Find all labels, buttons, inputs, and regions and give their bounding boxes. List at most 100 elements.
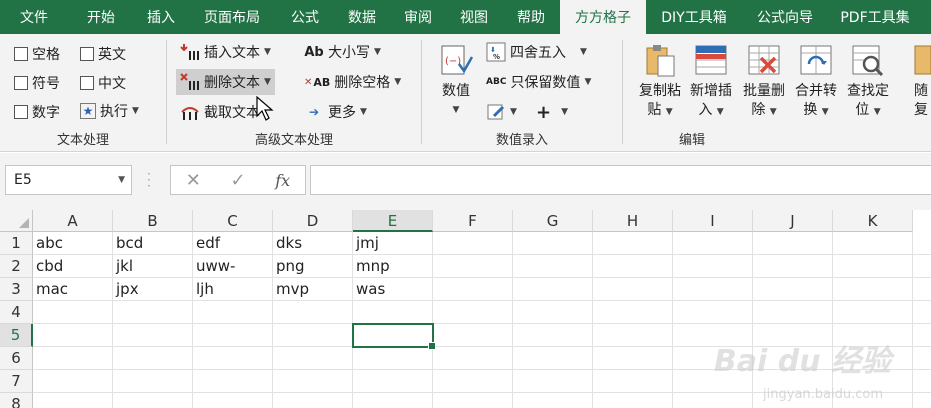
cell-a2[interactable]: cbd <box>33 255 113 278</box>
tab-diy-toolbox[interactable]: DIY工具箱 <box>646 0 742 34</box>
find-locate-button[interactable]: 查找定 位 ▼ <box>843 42 893 122</box>
column-header-b[interactable]: B <box>113 210 193 232</box>
add-insert-label-2-text: 入 <box>698 102 713 118</box>
tab-file[interactable]: 文件 <box>0 0 68 34</box>
cell-d2[interactable]: png <box>273 255 353 278</box>
tab-fangfang[interactable]: 方方格子 <box>560 0 646 34</box>
tab-formula-wizard[interactable]: 公式向导 <box>742 0 828 34</box>
column-header-h[interactable]: H <box>593 210 673 232</box>
svg-text:%: % <box>493 53 500 61</box>
case-button[interactable]: Ab 大小写 ▼ <box>300 39 385 65</box>
value-button[interactable]: (−) 数值 ▼ <box>436 42 476 120</box>
checkbox-box[interactable] <box>14 47 28 61</box>
tab-home[interactable]: 开始 <box>68 0 134 34</box>
name-box[interactable]: E5 ▼ <box>5 165 132 195</box>
more-button[interactable]: ➔ 更多 ▼ <box>300 99 371 125</box>
edit-values-button[interactable]: ▼ <box>482 99 521 125</box>
checkbox-box[interactable] <box>80 47 94 61</box>
row-header-5[interactable]: 5 <box>0 324 33 347</box>
chevron-down-icon[interactable]: ▼ <box>118 175 125 185</box>
add-insert-button[interactable]: 新增插 入 ▼ <box>686 42 736 122</box>
checkbox-box[interactable] <box>14 105 28 119</box>
round-button[interactable]: ⬇% 四舍五入 ▼ <box>482 39 591 65</box>
drag-handle-icon[interactable]: · · · <box>147 168 151 192</box>
merge-convert-icon <box>799 42 833 78</box>
merge-convert-button[interactable]: 合并转 换 ▼ <box>791 42 841 122</box>
checkbox-space[interactable]: 空格 <box>14 44 60 64</box>
tab-pdf-tools[interactable]: PDF工具集 <box>828 0 922 34</box>
cell-b3[interactable]: jpx <box>113 278 193 301</box>
menu-bar: 文件 开始 插入 页面布局 公式 数据 审阅 视图 帮助 方方格子 DIY工具箱… <box>0 0 931 34</box>
row-header-4[interactable]: 4 <box>0 301 33 324</box>
copy-paste-label-1: 复制粘 <box>639 83 681 99</box>
tab-review[interactable]: 审阅 <box>390 0 446 34</box>
select-all-corner[interactable] <box>0 210 33 232</box>
cell-c2[interactable]: uww- <box>193 255 273 278</box>
formula-input[interactable] <box>310 165 931 195</box>
confirm-icon[interactable]: ✓ <box>231 170 246 191</box>
tab-data[interactable]: 数据 <box>334 0 390 34</box>
cell-e2[interactable]: mnp <box>353 255 433 278</box>
delete-text-icon <box>180 72 200 92</box>
cell-e1[interactable]: jmj <box>353 232 433 255</box>
plus-button[interactable]: + ▼ <box>532 99 572 125</box>
batch-delete-button[interactable]: 批量删 除 ▼ <box>739 42 789 122</box>
row-header-8[interactable]: 8 <box>0 393 33 408</box>
insert-text-button[interactable]: 插入文本 ▼ <box>176 39 275 65</box>
find-locate-label-2-text: 位 <box>855 102 870 118</box>
tab-view[interactable]: 视图 <box>446 0 502 34</box>
column-header-e[interactable]: E <box>353 210 433 232</box>
keep-value-icon: ABC <box>486 77 507 87</box>
column-header-c[interactable]: C <box>193 210 273 232</box>
checkbox-symbol[interactable]: 符号 <box>14 73 60 93</box>
extract-text-button[interactable]: 截取文本 <box>176 99 264 125</box>
group-edit: 复制粘 贴 ▼ 新增插 入 ▼ 批量删 除 ▼ 合并转 换 ▼ 查找定 位 ▼ … <box>623 34 931 152</box>
keep-value-label: 只保留数值 <box>510 75 581 91</box>
row-header-7[interactable]: 7 <box>0 370 33 393</box>
row-header-1[interactable]: 1 <box>0 232 33 255</box>
cell-b2[interactable]: jkl <box>113 255 193 278</box>
tab-page-layout[interactable]: 页面布局 <box>188 0 276 34</box>
random-button[interactable]: 随 复 <box>911 42 931 120</box>
checkbox-chinese[interactable]: 中文 <box>80 73 126 93</box>
delete-text-button[interactable]: 删除文本 ▼ <box>176 69 275 95</box>
checkbox-box[interactable] <box>80 76 94 90</box>
copy-paste-button[interactable]: 复制粘 贴 ▼ <box>635 42 685 122</box>
column-header-a[interactable]: A <box>33 210 113 232</box>
column-header-i[interactable]: I <box>673 210 753 232</box>
execute-button[interactable]: ★ 执行 ▼ <box>80 101 139 121</box>
column-header-j[interactable]: J <box>753 210 833 232</box>
cell-a1[interactable]: abc <box>33 232 113 255</box>
column-header-g[interactable]: G <box>513 210 593 232</box>
cancel-icon[interactable]: ✕ <box>186 170 201 191</box>
tab-formulas[interactable]: 公式 <box>276 0 334 34</box>
column-header-d[interactable]: D <box>273 210 353 232</box>
row-header-2[interactable]: 2 <box>0 255 33 278</box>
checkbox-box[interactable] <box>14 76 28 90</box>
row-header-3[interactable]: 3 <box>0 278 33 301</box>
column-header-f[interactable]: F <box>433 210 513 232</box>
checkbox-number[interactable]: 数字 <box>14 102 60 122</box>
tab-insert[interactable]: 插入 <box>134 0 188 34</box>
group-text-processing: 空格 英文 符号 中文 数字 ★ 执行 ▼ 文本处理 <box>0 34 166 152</box>
tab-help[interactable]: 帮助 <box>502 0 560 34</box>
column-header-k[interactable]: K <box>833 210 913 232</box>
keep-value-button[interactable]: ABC 只保留数值 ▼ <box>482 69 595 95</box>
chevron-down-icon: ▼ <box>264 47 271 57</box>
row-header-6[interactable]: 6 <box>0 347 33 370</box>
delete-space-button[interactable]: ✕ AB 删除空格 ▼ <box>300 69 405 95</box>
cell-b1[interactable]: bcd <box>113 232 193 255</box>
extract-text-label: 截取文本 <box>204 105 260 121</box>
active-cell-outline[interactable] <box>352 323 436 350</box>
insert-function-icon[interactable]: fx <box>275 171 290 190</box>
cell-a3[interactable]: mac <box>33 278 113 301</box>
cell-e3[interactable]: was <box>353 278 433 301</box>
chevron-down-icon: ▼ <box>769 107 777 117</box>
value-icon: (−) <box>439 42 474 78</box>
chevron-down-icon: ▼ <box>510 107 517 117</box>
cell-d1[interactable]: dks <box>273 232 353 255</box>
cell-c1[interactable]: edf <box>193 232 273 255</box>
cell-c3[interactable]: ljh <box>193 278 273 301</box>
checkbox-english[interactable]: 英文 <box>80 44 126 64</box>
cell-d3[interactable]: mvp <box>273 278 353 301</box>
